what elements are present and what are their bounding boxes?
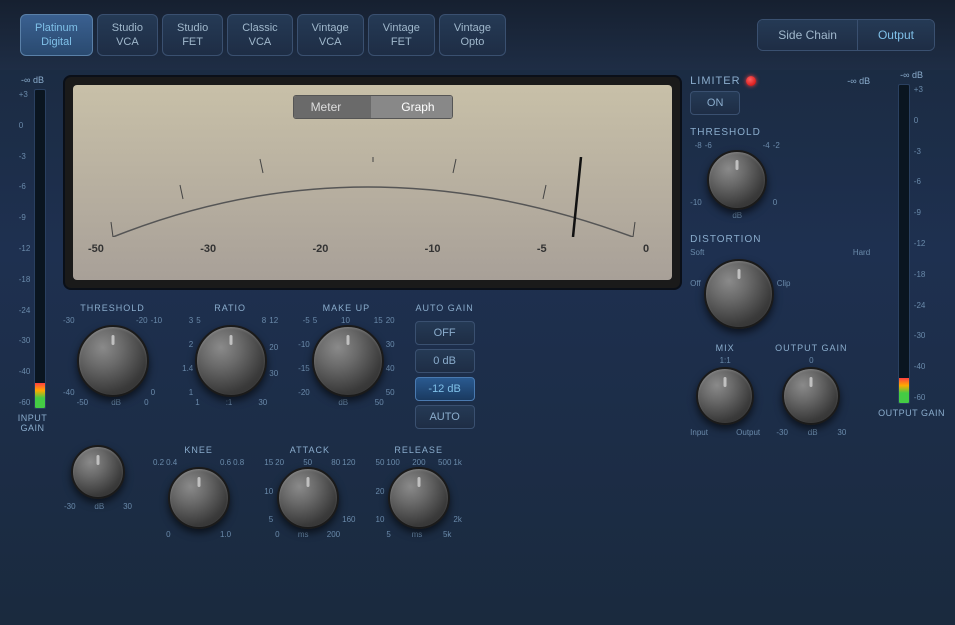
- auto-gain-auto-btn[interactable]: AUTO: [415, 405, 475, 429]
- preset-tab-vintage-fet[interactable]: VintageFET: [368, 14, 435, 57]
- graph-tab[interactable]: Graph: [371, 96, 452, 118]
- limiter-on-button[interactable]: ON: [690, 91, 740, 115]
- right-threshold-section: THRESHOLD -8 -10 -6 -4 dB: [690, 127, 870, 220]
- release-label: RELEASE: [394, 445, 443, 455]
- input-meter-value: -∞ dB: [21, 75, 44, 85]
- auto-gain-section: AUTO GAIN OFF 0 dB -12 dB AUTO: [415, 303, 475, 429]
- middle-area: Meter Graph -50 -30 -20 -10 -5 0: [63, 70, 682, 615]
- distortion-knob[interactable]: [704, 259, 774, 329]
- limiter-label: LIMITER: [690, 75, 740, 87]
- vu-scale-labels: -50 -30 -20 -10 -5 0: [83, 243, 662, 255]
- content-area: -∞ dB +3 0 -3 -6 -9 -12 -18 -24 -30 -40 …: [0, 70, 955, 625]
- preset-tab-platinum-digital[interactable]: PlatinumDigital: [20, 14, 93, 57]
- preset-tab-studio-fet[interactable]: StudioFET: [162, 14, 223, 57]
- limiter-value: -∞ dB: [847, 76, 870, 86]
- output-gain-control: OUTPUT GAIN 0 -30 dB 30: [775, 343, 847, 437]
- sidechain-button[interactable]: Side Chain: [758, 20, 858, 50]
- output-gain-knob[interactable]: [782, 367, 840, 425]
- mix-output-row: MIX 1:1 Input Output OUTPUT GAIN 0: [690, 343, 870, 437]
- threshold-label: THRESHOLD: [80, 303, 145, 313]
- threshold-knob[interactable]: [77, 325, 149, 397]
- preset-tab-vintage-vca[interactable]: VintageVCA: [297, 14, 364, 57]
- ratio-label: RATIO: [214, 303, 246, 313]
- vu-arc-svg: [83, 157, 662, 237]
- output-button[interactable]: Output: [858, 20, 934, 50]
- distortion-label: DISTORTION: [690, 234, 870, 245]
- output-meter-value: -∞ dB: [900, 70, 923, 80]
- vu-inner: Meter Graph -50 -30 -20 -10 -5 0: [73, 85, 672, 280]
- vu-display: Meter Graph -50 -30 -20 -10 -5 0: [63, 75, 682, 290]
- attack-label: ATTACK: [290, 445, 330, 455]
- attack-control: ATTACK 15 10 5 20 50 80: [264, 445, 355, 539]
- left-input-meter: -∞ dB +3 0 -3 -6 -9 -12 -18 -24 -30 -40 …: [10, 70, 55, 615]
- input-gain-control: -30 dB 30: [63, 445, 133, 511]
- knee-label: KNEE: [184, 445, 213, 455]
- input-scale-col: +3 0 -3 -6 -9 -12 -18 -24 -30 -40 -60: [19, 89, 31, 409]
- preset-tab-vintage-opto[interactable]: VintageOpto: [439, 14, 506, 57]
- makeup-knob[interactable]: [312, 325, 384, 397]
- output-scale-col: +3 0 -3 -6 -9 -12 -18 -24 -30 -40 -60: [914, 84, 926, 404]
- ratio-knob[interactable]: [195, 325, 267, 397]
- knee-knob[interactable]: [168, 467, 230, 529]
- auto-gain-0db-btn[interactable]: 0 dB: [415, 349, 475, 373]
- preset-tab-studio-vca[interactable]: StudioVCA: [97, 14, 158, 57]
- bottom-controls-area: -30 dB 30 KNEE 0.2 0.4: [63, 440, 682, 544]
- release-control: RELEASE 50 20 10 100 200 500: [376, 445, 462, 539]
- mix-control: MIX 1:1 Input Output: [690, 343, 760, 437]
- auto-gain-minus12db-btn[interactable]: -12 dB: [415, 377, 475, 401]
- knee-control: KNEE 0.2 0.4 0.6 0: [153, 445, 244, 539]
- mix-knob[interactable]: [696, 367, 754, 425]
- main-container: PlatinumDigital StudioVCA StudioFET Clas…: [0, 0, 955, 625]
- meter-tab[interactable]: Meter: [293, 96, 372, 118]
- vu-scale-area: -50 -30 -20 -10 -5 0: [83, 243, 662, 255]
- output-gain-section-label: OUTPUT GAIN: [878, 408, 945, 418]
- controls-area: THRESHOLD -30 -40 -20: [63, 298, 682, 434]
- makeup-label: MAKE UP: [323, 303, 371, 313]
- limiter-section: LIMITER -∞ dB ON: [690, 75, 870, 115]
- input-meter-bar: [34, 89, 46, 409]
- vu-meter-tabs: Meter Graph: [293, 95, 453, 119]
- attack-knob[interactable]: [277, 467, 339, 529]
- right-output-meter: -∞ dB +3 0 -3 -6 -9 -12 -18 -24 -30 -40 …: [878, 70, 945, 615]
- output-meter-bar: [898, 84, 910, 404]
- input-gain-knob[interactable]: [71, 445, 125, 499]
- top-bar: PlatinumDigital StudioVCA StudioFET Clas…: [0, 0, 955, 70]
- threshold-control: THRESHOLD -30 -40 -20: [63, 303, 162, 407]
- output-gain-label: OUTPUT GAIN: [775, 343, 847, 353]
- right-threshold-label: THRESHOLD: [690, 127, 870, 138]
- mix-label: MIX: [716, 343, 735, 353]
- limiter-led: [746, 76, 756, 86]
- distortion-section: DISTORTION Soft Hard Off Clip: [690, 234, 870, 329]
- auto-gain-off-btn[interactable]: OFF: [415, 321, 475, 345]
- input-gain-section-label: INPUT GAIN: [10, 413, 55, 433]
- input-meter-fill: [35, 383, 45, 408]
- preset-tabs: PlatinumDigital StudioVCA StudioFET Clas…: [20, 14, 506, 57]
- auto-gain-label: AUTO GAIN: [415, 303, 473, 313]
- ratio-control: RATIO 3 2 1.4 1 5 8: [182, 303, 278, 407]
- preset-tab-classic-vca[interactable]: ClassicVCA: [227, 14, 292, 57]
- top-right-buttons: Side Chain Output: [757, 19, 935, 51]
- output-meter-fill: [899, 378, 909, 403]
- release-knob[interactable]: [388, 467, 450, 529]
- right-panel: LIMITER -∞ dB ON THRESHOLD -8 -10: [690, 70, 870, 615]
- right-threshold-knob[interactable]: [707, 150, 767, 210]
- makeup-control: MAKE UP -5 -10 -15 -20 5 10 15: [298, 303, 394, 407]
